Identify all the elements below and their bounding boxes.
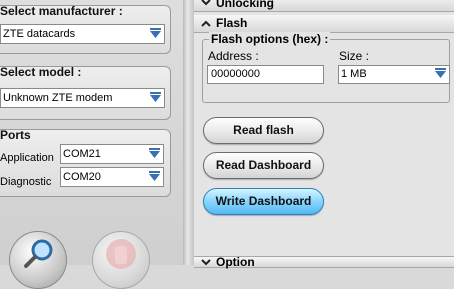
- flash-options-legend: Flash options (hex) :: [209, 32, 331, 46]
- dropdown-arrow-icon: [149, 148, 160, 158]
- chevron-icon: [201, 259, 211, 266]
- panel-splitter[interactable]: [183, 0, 194, 265]
- address-label: Address :: [208, 49, 259, 63]
- manufacturer-select[interactable]: ZTE datacards: [0, 24, 165, 44]
- flash-label: Flash: [216, 16, 248, 30]
- flash-options-fieldset: Flash options (hex) : Address : 00000000…: [202, 32, 450, 103]
- manufacturer-title: Select manufacturer :: [0, 4, 123, 18]
- diagnostic-label: Diagnostic: [0, 176, 52, 188]
- model-value: Unknown ZTE modem: [3, 92, 113, 104]
- size-label: Size :: [339, 49, 370, 63]
- read-flash-button[interactable]: Read flash: [203, 117, 324, 144]
- manufacturer-value: ZTE datacards: [3, 28, 76, 40]
- ports-group: Ports Application COM21 Diagnostic COM20: [0, 128, 171, 197]
- read-dashboard-button[interactable]: Read Dashboard: [203, 152, 324, 179]
- address-input[interactable]: 00000000: [207, 65, 324, 84]
- dropdown-arrow-icon: [435, 68, 446, 78]
- model-select[interactable]: Unknown ZTE modem: [0, 88, 165, 108]
- address-value: 00000000: [211, 68, 260, 80]
- hand-stop-icon: [106, 239, 136, 269]
- size-value: 1 MB: [341, 68, 367, 80]
- collapse-chevron-icon: [201, 20, 211, 27]
- model-group: Select model : Unknown ZTE modem: [0, 65, 171, 120]
- model-title: Select model :: [0, 65, 82, 79]
- write-dashboard-button[interactable]: Write Dashboard: [203, 188, 324, 215]
- stop-button[interactable]: [92, 231, 150, 289]
- unlocking-header[interactable]: Unlocking: [194, 0, 454, 12]
- search-button[interactable]: [9, 231, 67, 289]
- size-select[interactable]: 1 MB: [338, 65, 450, 84]
- diagnostic-port-select[interactable]: COM20: [60, 167, 164, 187]
- application-port-select[interactable]: COM21: [60, 144, 164, 164]
- ports-title: Ports: [0, 128, 31, 142]
- options-label: Option: [216, 255, 255, 269]
- dropdown-arrow-icon: [150, 28, 161, 38]
- diagnostic-port-value: COM20: [63, 171, 101, 183]
- magnifier-icon: [24, 239, 53, 268]
- unlocking-label: Unlocking: [216, 0, 275, 10]
- options-header[interactable]: Option: [194, 256, 454, 268]
- right-panel: Unlocking Flash Flash options (hex) : Ad…: [194, 0, 454, 268]
- application-port-value: COM21: [63, 148, 101, 160]
- left-panel: Select manufacturer : ZTE datacards Sele…: [0, 0, 183, 289]
- chevron-icon: [201, 0, 211, 6]
- manufacturer-group: Select manufacturer : ZTE datacards: [0, 4, 171, 54]
- dropdown-arrow-icon: [149, 171, 160, 181]
- application-label: Application: [0, 152, 54, 164]
- flash-header[interactable]: Flash: [194, 15, 454, 33]
- dropdown-arrow-icon: [150, 92, 161, 102]
